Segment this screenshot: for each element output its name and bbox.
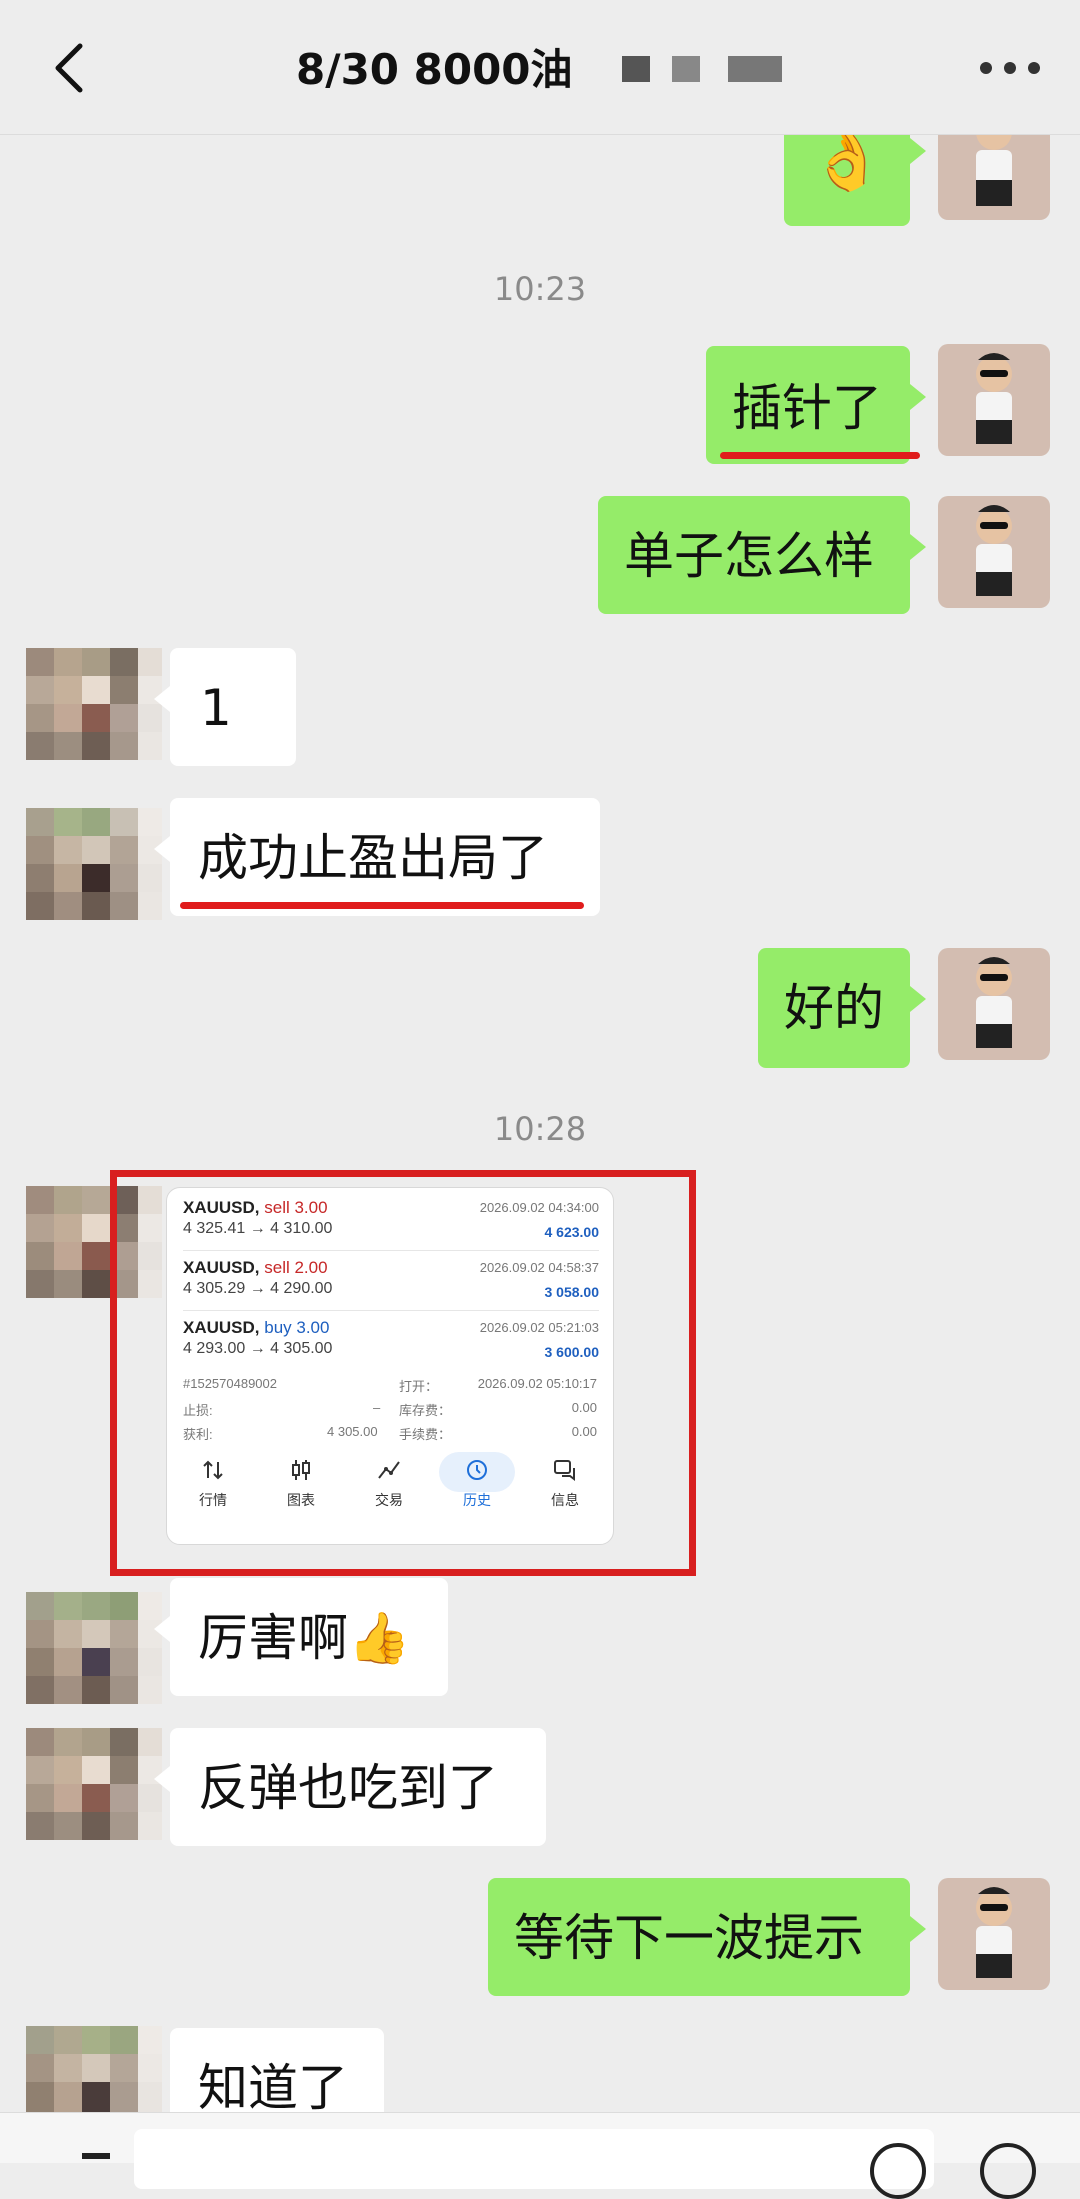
- my-avatar[interactable]: [938, 948, 1050, 1060]
- message-text: 知道了: [198, 2059, 348, 2112]
- my-avatar[interactable]: [938, 344, 1050, 456]
- message-bubble-incoming[interactable]: 反弹也吃到了: [154, 1728, 546, 1846]
- back-arrow-icon[interactable]: [44, 40, 100, 96]
- emoji-icon[interactable]: [870, 2143, 926, 2199]
- my-avatar[interactable]: [938, 496, 1050, 608]
- cartoon-avatar-icon: [976, 505, 1012, 596]
- message-bubble-outgoing[interactable]: 好的: [758, 948, 926, 1068]
- contact-avatar-pixelated[interactable]: [26, 648, 162, 760]
- message-text: 成功止盈出局了: [198, 829, 548, 887]
- message-text: 厉害啊👍: [198, 1609, 411, 1667]
- redacted-name-block: [728, 56, 782, 82]
- redacted-name-block: [672, 56, 700, 82]
- pixelated-avatar-icon: [26, 808, 162, 920]
- redacted-name-block: [622, 56, 650, 82]
- message-text: 👌: [809, 125, 885, 195]
- message-text: 1: [200, 679, 232, 737]
- input-bar: [0, 2112, 1080, 2199]
- contact-avatar-pixelated[interactable]: [26, 1592, 162, 1704]
- chat-title: 8/30 8000油: [296, 45, 573, 94]
- message-text: 反弹也吃到了: [198, 1759, 498, 1817]
- plus-icon[interactable]: [980, 2143, 1036, 2199]
- message-bubble-incoming[interactable]: 成功止盈出局了: [154, 798, 600, 916]
- pixelated-avatar-icon: [26, 1592, 162, 1704]
- message-bubble-outgoing[interactable]: 等待下一波提示: [488, 1878, 926, 1996]
- message-text: 等待下一波提示: [514, 1909, 864, 1967]
- red-highlight-box: [110, 1170, 696, 1576]
- message-bubble-incoming[interactable]: 1: [154, 648, 296, 766]
- message-input[interactable]: [134, 2129, 934, 2189]
- message-bubble-outgoing[interactable]: 单子怎么样: [598, 496, 926, 614]
- cartoon-avatar-icon: [976, 957, 1012, 1048]
- cartoon-avatar-icon: [976, 1887, 1012, 1978]
- red-underline-annotation: [180, 902, 584, 909]
- voice-icon[interactable]: [66, 2133, 126, 2193]
- contact-avatar-pixelated[interactable]: [26, 1728, 162, 1840]
- message-bubble-outgoing[interactable]: 插针了: [706, 346, 926, 464]
- cartoon-avatar-icon: [976, 353, 1012, 444]
- red-underline-annotation: [720, 452, 920, 459]
- pixelated-avatar-icon: [26, 648, 162, 760]
- more-options-icon[interactable]: [980, 62, 1040, 78]
- pixelated-avatar-icon: [26, 2026, 162, 2112]
- message-bubble-incoming[interactable]: 知道了: [170, 2028, 384, 2112]
- message-bubble-incoming[interactable]: 厉害啊👍: [154, 1578, 448, 1696]
- contact-avatar-pixelated[interactable]: [26, 808, 162, 920]
- message-text: 好的: [784, 979, 884, 1037]
- message-text: 插针了: [732, 379, 882, 437]
- pixelated-avatar-icon: [26, 1728, 162, 1840]
- my-avatar[interactable]: [938, 1878, 1050, 1990]
- contact-avatar-pixelated[interactable]: [26, 2026, 162, 2112]
- message-text: 单子怎么样: [624, 527, 874, 585]
- timestamp: 10:23: [493, 270, 587, 308]
- chat-header: 8/30 8000油: [0, 0, 1080, 135]
- timestamp: 10:28: [493, 1110, 587, 1148]
